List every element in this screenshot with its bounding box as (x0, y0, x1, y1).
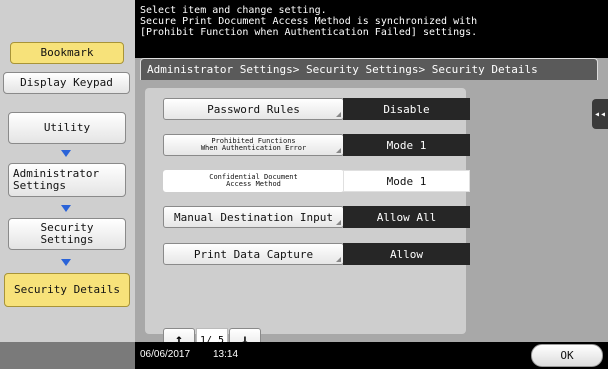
breadcrumb-administrator-settings-button[interactable]: Administrator Settings (8, 163, 126, 197)
arrow-down-icon (61, 150, 71, 157)
message-text: Select item and change setting. Secure P… (140, 5, 477, 38)
setting-label: Manual Destination Input (174, 210, 333, 224)
setting-label: Confidential Document Access Method (209, 173, 298, 188)
collapse-arrows-icon[interactable]: ◂◂ (592, 99, 608, 129)
corner-icon (336, 112, 341, 117)
corner-icon (336, 257, 341, 262)
ok-button[interactable]: OK (531, 344, 603, 367)
prohibited-functions-value: Mode 1 (343, 134, 470, 156)
left-panel: Bookmark Display Keypad Utility Administ… (0, 0, 135, 369)
status-date: 06/06/2017 (140, 349, 191, 360)
print-data-capture-button[interactable]: Print Data Capture (163, 243, 344, 265)
setting-label: Prohibited Functions When Authentication… (200, 137, 307, 152)
breadcrumb-utility-button[interactable]: Utility (8, 112, 126, 144)
display-keypad-button[interactable]: Display Keypad (3, 72, 130, 94)
status-bar: 06/06/2017 13:14 OK (135, 342, 608, 369)
status-time: 13:14 (213, 349, 239, 360)
confidential-document-access-label: Confidential Document Access Method (163, 170, 344, 192)
password-rules-value: Disable (343, 98, 470, 120)
settings-panel: Password Rules Disable Prohibited Functi… (145, 88, 470, 352)
message-line: Secure Print Document Access Method is s… (140, 16, 478, 27)
manual-destination-input-value: Allow All (343, 206, 470, 228)
setting-label: Print Data Capture (193, 247, 314, 261)
password-rules-button[interactable]: Password Rules (163, 98, 344, 120)
message-line: Select item and change setting. (140, 5, 327, 16)
message-line: [Prohibit Function when Authentication F… (140, 27, 478, 38)
page-title: Administrator Settings> Security Setting… (140, 58, 598, 80)
print-data-capture-value: Allow (343, 243, 470, 265)
main-area: Administrator Settings> Security Setting… (135, 58, 608, 352)
arrow-down-icon (61, 259, 71, 266)
breadcrumb-security-settings-button[interactable]: Security Settings (8, 218, 126, 250)
setting-label: Password Rules (207, 102, 300, 116)
manual-destination-input-button[interactable]: Manual Destination Input (163, 206, 344, 228)
confidential-document-access-value: Mode 1 (343, 170, 470, 192)
breadcrumb-security-details-button[interactable]: Security Details (4, 273, 130, 307)
message-bar: Select item and change setting. Secure P… (135, 0, 608, 58)
arrow-down-icon (61, 205, 71, 212)
bookmark-button[interactable]: Bookmark (10, 42, 124, 64)
corner-icon (336, 220, 341, 225)
corner-icon (336, 148, 341, 153)
prohibited-functions-button[interactable]: Prohibited Functions When Authentication… (163, 134, 344, 156)
left-footer (0, 342, 135, 369)
